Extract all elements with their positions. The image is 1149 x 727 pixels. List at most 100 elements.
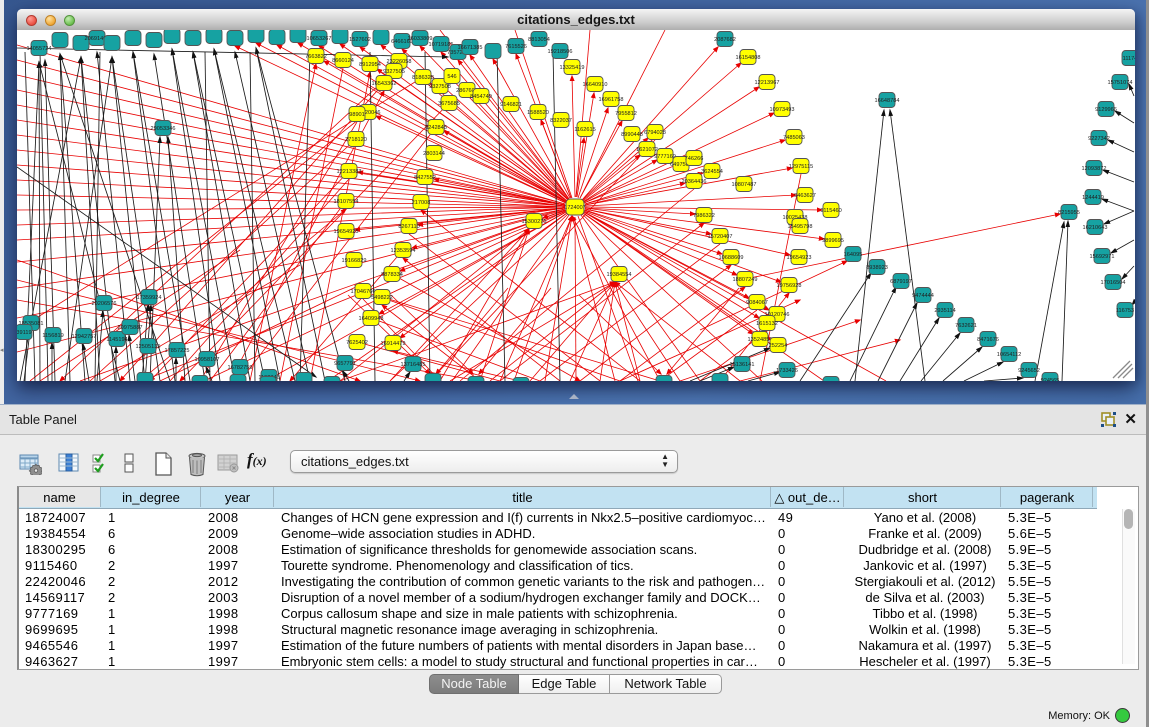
svg-text:9084067: 9084067 [746,300,768,306]
svg-text:19756928: 19756928 [777,283,802,289]
svg-text:9227342: 9227342 [1088,136,1110,142]
svg-text:12505135: 12505135 [136,344,161,350]
svg-text:16782759: 16782759 [228,365,253,371]
svg-text:9327508: 9327508 [429,84,451,90]
svg-text:1162615: 1162615 [574,127,595,133]
svg-text:2803144: 2803144 [423,151,445,157]
svg-text:12213967: 12213967 [755,80,780,86]
svg-text:8912954: 8912954 [359,62,381,68]
svg-text:12093872: 12093872 [1082,166,1107,172]
svg-text:8454749: 8454749 [470,94,492,100]
svg-text:10958107: 10958107 [195,357,220,363]
svg-text:6879197: 6879197 [890,279,912,285]
svg-text:1615132: 1615132 [756,321,778,327]
svg-text:10654112: 10654112 [997,352,1021,358]
svg-text:9146821: 9146821 [500,102,522,108]
svg-text:7632621: 7632621 [955,323,977,329]
svg-text:19654925: 19654925 [334,229,359,235]
svg-text:19654923: 19654923 [787,255,812,261]
svg-text:9463627: 9463627 [794,193,816,199]
svg-text:16154808: 16154808 [736,55,761,61]
svg-text:20364436: 20364436 [682,179,707,185]
svg-text:3624554: 3624554 [701,169,723,175]
svg-text:98901: 98901 [349,112,365,118]
svg-text:12975115: 12975115 [789,164,813,170]
svg-text:8186328: 8186328 [412,75,434,81]
svg-text:17359924: 17359924 [137,295,162,301]
svg-text:9129966: 9129966 [1095,107,1117,113]
svg-text:8427552: 8427552 [414,175,436,181]
svg-text:29053346: 29053346 [151,126,176,132]
svg-text:1621072: 1621072 [636,147,658,153]
svg-text:8471676: 8471676 [977,337,999,343]
svg-text:13716485: 13716485 [401,362,426,368]
svg-text:1527602: 1527602 [349,37,371,43]
svg-text:19384554: 19384554 [607,272,632,278]
svg-text:12353594: 12353594 [391,248,416,254]
svg-text:9657791: 9657791 [334,361,356,367]
svg-text:16543362: 16543362 [372,81,397,87]
svg-text:1588520: 1588520 [527,110,549,116]
svg-text:2087682: 2087682 [714,37,736,43]
svg-text:10653267: 10653267 [307,36,332,42]
svg-text:2718120: 2718120 [345,137,367,143]
svg-text:15751074: 15751074 [1108,80,1133,86]
svg-text:5498222: 5498222 [371,295,393,301]
svg-text:9115460: 9115460 [820,208,841,214]
svg-text:746266: 746266 [685,156,704,162]
svg-text:1724007: 1724007 [564,205,585,211]
svg-text:20206576: 20206576 [92,301,117,307]
svg-text:217008: 217008 [412,200,431,206]
svg-text:19166829: 19166829 [342,258,367,264]
svg-text:252254: 252254 [769,343,788,349]
svg-text:18107554: 18107554 [334,199,359,205]
svg-text:8990448: 8990448 [621,132,643,138]
svg-text:546: 546 [447,74,456,80]
svg-text:9899695: 9899695 [822,238,844,244]
svg-text:39119: 39119 [17,330,32,336]
svg-text:8813054: 8813054 [528,37,550,43]
svg-text:164095: 164095 [844,252,863,258]
svg-text:8267110: 8267110 [398,224,419,230]
svg-text:12942757: 12942757 [72,334,97,340]
svg-text:116753: 116753 [1116,308,1134,314]
svg-text:6794028: 6794028 [644,130,666,136]
svg-text:16671385: 16671385 [458,45,483,51]
svg-text:8215955: 8215955 [1058,210,1080,216]
svg-text:7663822: 7663822 [305,54,327,60]
svg-text:12213383: 12213383 [337,169,362,175]
svg-text:1244419: 1244419 [1082,195,1104,201]
svg-text:3675685: 3675685 [438,101,460,107]
svg-text:16648784: 16648784 [875,98,900,104]
svg-text:18807249: 18807249 [733,277,758,283]
svg-text:17016504: 17016504 [1101,280,1126,286]
svg-text:19218506: 19218506 [548,49,573,55]
svg-text:8322037: 8322037 [550,118,572,124]
svg-text:16210643: 16210643 [1083,225,1108,231]
svg-text:7615526: 7615526 [505,44,527,50]
svg-text:15495798: 15495798 [788,224,813,230]
svg-text:8878334: 8878334 [381,272,403,278]
svg-text:15692971: 15692971 [1090,254,1115,260]
svg-text:7986322: 7986322 [693,213,715,219]
svg-text:16961758: 16961758 [599,97,624,103]
svg-text:11174: 11174 [1123,56,1135,62]
svg-text:8938923: 8938923 [866,265,888,271]
svg-text:1733426: 1733426 [776,368,798,374]
svg-text:10807487: 10807487 [732,182,757,188]
svg-text:16409948: 16409948 [359,316,384,322]
svg-text:15136141: 15136141 [730,362,755,368]
svg-text:9327505: 9327505 [383,69,405,75]
svg-text:15720407: 15720407 [708,234,733,240]
svg-text:20975887: 20975887 [118,325,143,331]
svg-text:2935114: 2935114 [934,308,955,314]
svg-text:10688609: 10688609 [719,255,744,261]
svg-text:9242848: 9242848 [425,125,447,131]
svg-text:7625402: 7625402 [346,340,368,346]
svg-text:9245652: 9245652 [1018,368,1040,374]
svg-text:8660124: 8660124 [332,58,354,64]
svg-text:924565: 924565 [1041,378,1060,381]
svg-text:7485063: 7485063 [783,135,805,141]
svg-text:1145194: 1145194 [106,337,127,343]
svg-text:17857225: 17857225 [165,348,190,354]
